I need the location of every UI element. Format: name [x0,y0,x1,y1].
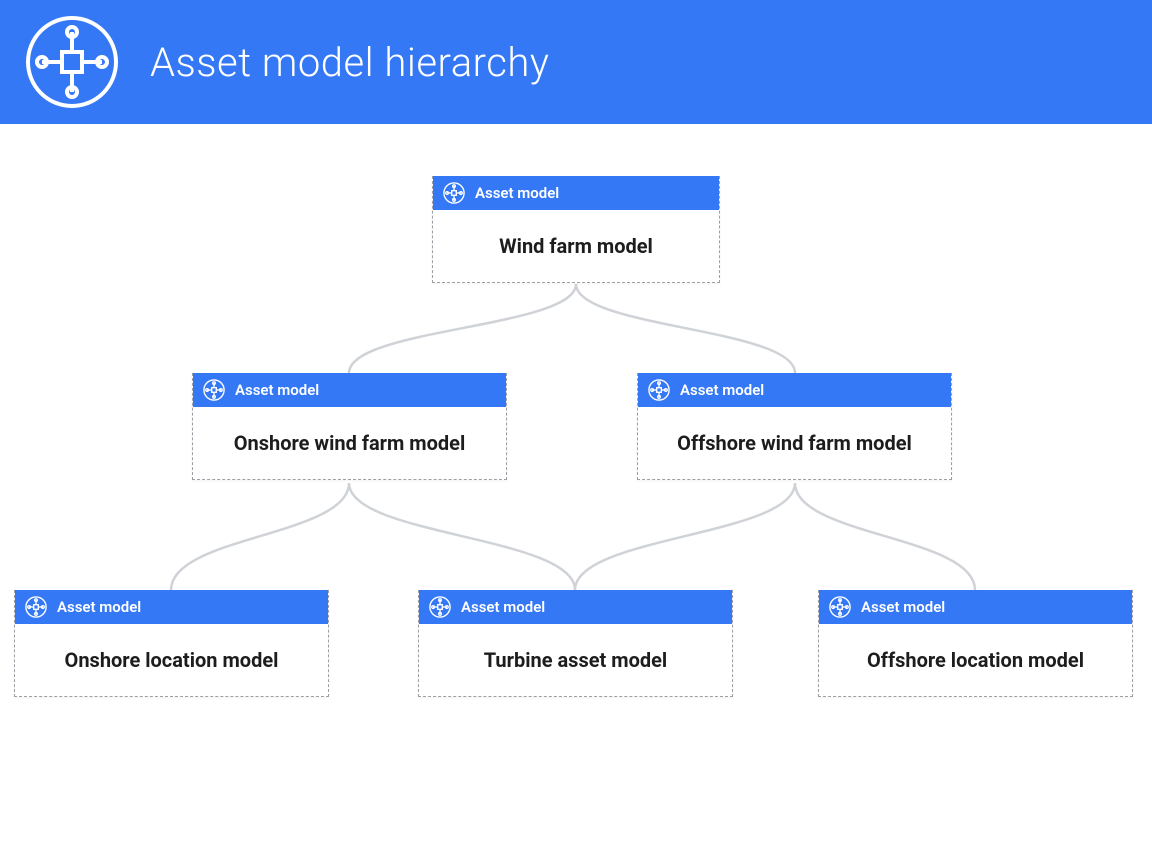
node-title: Turbine asset model [419,624,732,696]
node-title: Onshore wind farm model [193,407,506,479]
node-header: Asset model [819,590,1132,624]
asset-model-icon [648,379,670,401]
node-type-label: Asset model [57,598,141,616]
asset-model-icon [429,596,451,618]
node-type-label: Asset model [861,598,945,616]
asset-model-icon [24,14,120,110]
node-onshore-location-model: Asset model Onshore location model [14,590,329,697]
node-type-label: Asset model [680,381,764,399]
node-title: Onshore location model [15,624,328,696]
asset-model-icon [203,379,225,401]
node-type-label: Asset model [475,184,559,202]
node-header: Asset model [419,590,732,624]
node-title: Offshore location model [819,624,1132,696]
asset-model-icon [443,182,465,204]
node-title: Wind farm model [433,210,719,282]
node-wind-farm-model: Asset model Wind farm model [432,176,720,283]
node-type-label: Asset model [461,598,545,616]
node-offshore-wind-farm-model: Asset model Offshore wind farm model [637,373,952,480]
page-header: Asset model hierarchy [0,0,1152,128]
node-header: Asset model [193,373,506,407]
node-onshore-wind-farm-model: Asset model Onshore wind farm model [192,373,507,480]
diagram-canvas: Asset model Wind farm model Asset model … [0,128,1152,856]
asset-model-icon [829,596,851,618]
node-title: Offshore wind farm model [638,407,951,479]
page-title: Asset model hierarchy [150,39,549,86]
node-header: Asset model [433,176,719,210]
node-turbine-asset-model: Asset model Turbine asset model [418,590,733,697]
asset-model-icon [25,596,47,618]
node-header: Asset model [638,373,951,407]
node-header: Asset model [15,590,328,624]
node-type-label: Asset model [235,381,319,399]
node-offshore-location-model: Asset model Offshore location model [818,590,1133,697]
